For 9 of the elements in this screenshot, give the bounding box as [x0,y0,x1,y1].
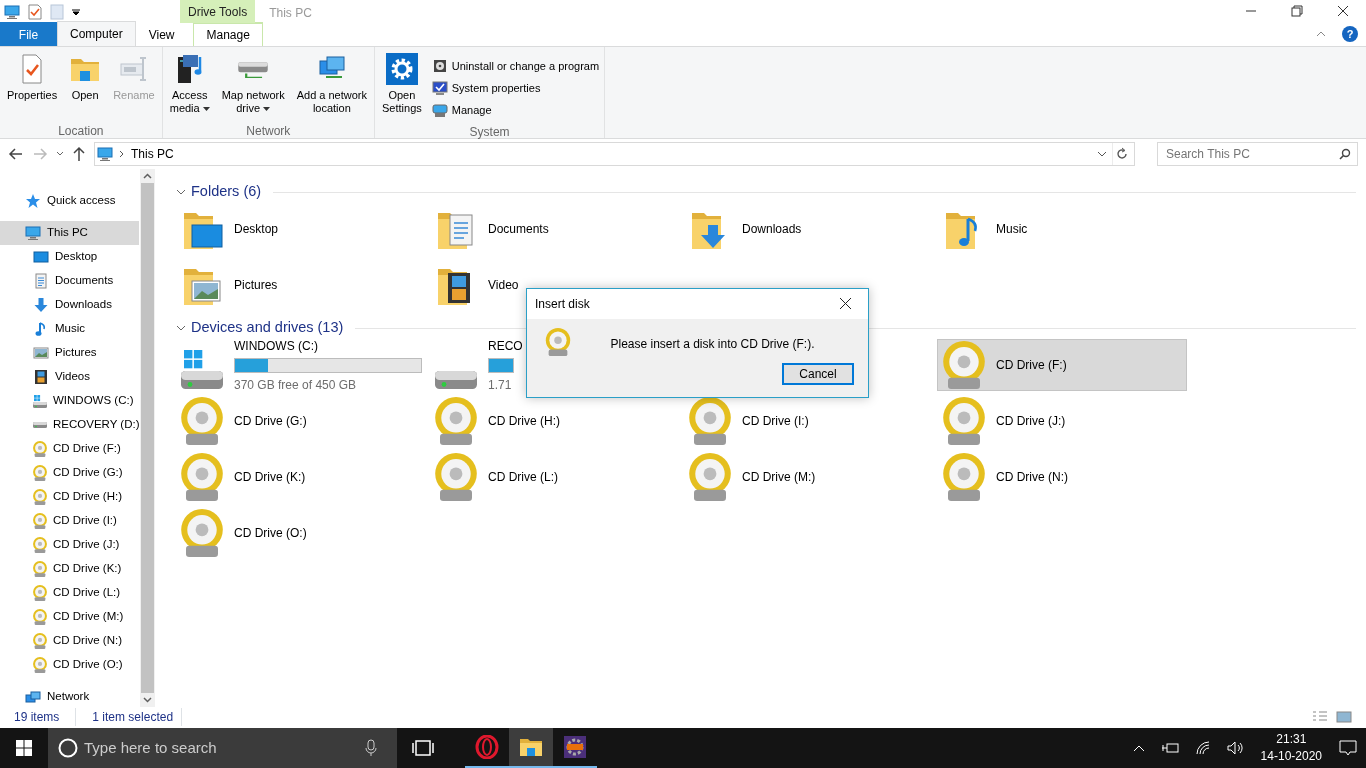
item-count: 19 items [14,708,77,726]
window-title: This PC [268,5,313,22]
group-label: Network [245,123,292,138]
contextual-tab-group-label: Drive Tools [180,0,256,23]
group-label: System [468,124,511,139]
group-label: Location [57,123,105,138]
selection-count: 1 item selected [76,708,183,726]
dialog-title: Insert disk [535,296,590,313]
dialog-message: Please insert a disk into CD Drive (F:). [609,336,816,353]
